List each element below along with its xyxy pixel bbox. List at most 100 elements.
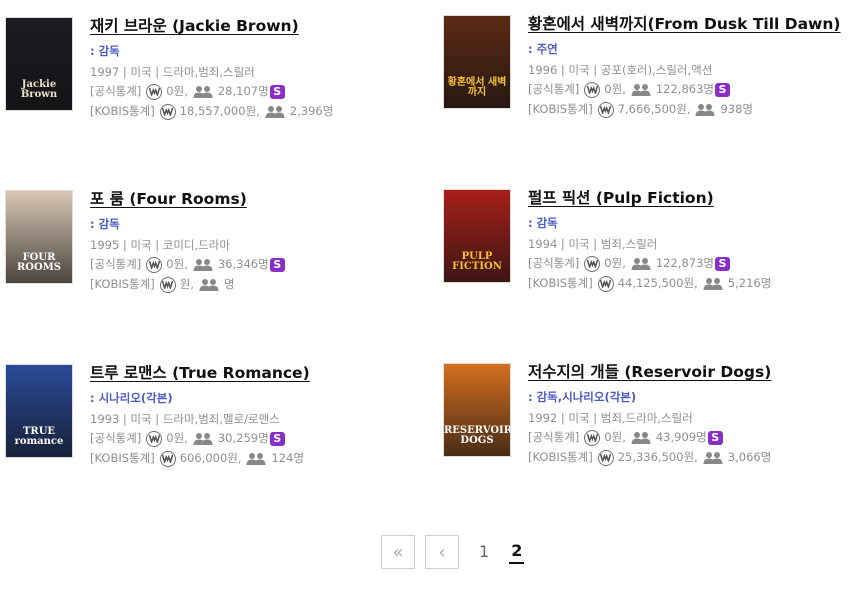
- poster-title-art: 황혼에서 새벽까지: [447, 77, 507, 98]
- won-coin-icon: [597, 101, 614, 118]
- movie-poster[interactable]: FOUR ROOMS: [5, 190, 73, 284]
- movie-meta: 1992 | 미국 | 범죄,드라마,스릴러: [528, 411, 693, 425]
- movie-title-link[interactable]: 저수지의 개들 (Reservoir Dogs): [528, 361, 848, 383]
- movie-role: : 주연: [528, 42, 558, 56]
- official-stats: [공식통계] 0원, 28,107명 S: [90, 83, 410, 100]
- movie-meta: 1995 | 미국 | 코미디,드라마: [90, 238, 230, 252]
- movie-meta: 1996 | 미국 | 공포(호러),스릴러,액션: [528, 63, 713, 77]
- official-revenue: 0원,: [166, 257, 188, 271]
- official-label: [공식통계]: [90, 431, 142, 445]
- s-badge-icon[interactable]: S: [269, 257, 285, 272]
- movie-poster[interactable]: RESERVOIR DOGS: [443, 363, 511, 457]
- kobis-label: [KOBIS통계]: [528, 450, 593, 464]
- movie-title-link[interactable]: 황혼에서 새벽까지(From Dusk Till Dawn): [528, 13, 848, 35]
- official-audience: 43,909명: [655, 430, 707, 444]
- page-link-current[interactable]: 2: [509, 540, 525, 564]
- double-chevron-left-icon: «: [392, 541, 404, 563]
- movie-meta: 1997 | 미국 | 드라마,범죄,스릴러: [90, 65, 255, 79]
- official-audience: 30,259명: [217, 431, 269, 445]
- kobis-audience: 124명: [271, 451, 305, 465]
- people-icon: [193, 432, 213, 446]
- won-coin-icon: [584, 255, 601, 272]
- movie-title-link[interactable]: 포 룸 (Four Rooms): [90, 188, 410, 210]
- people-icon: [193, 258, 213, 272]
- kobis-revenue: 18,557,000원,: [179, 104, 260, 118]
- movie-title-link[interactable]: 재키 브라운 (Jackie Brown): [90, 15, 410, 37]
- movie-info: 저수지의 개들 (Reservoir Dogs) : 감독,시나리오(각본) 1…: [528, 361, 848, 466]
- official-revenue: 0원,: [166, 84, 188, 98]
- s-badge-icon[interactable]: S: [715, 82, 730, 97]
- movie-role: : 감독: [90, 217, 120, 231]
- movie-card: RESERVOIR DOGS 저수지의 개들 (Reservoir Dogs) …: [443, 363, 843, 483]
- won-coin-icon: [584, 429, 601, 446]
- poster-title-art: Jackie Brown: [20, 79, 58, 100]
- official-stats: [공식통계] 0원, 122,873명 S: [528, 255, 848, 272]
- movie-title-link[interactable]: 펄프 픽션 (Pulp Fiction): [528, 187, 848, 209]
- people-icon: [631, 257, 651, 271]
- official-label: [공식통계]: [90, 84, 142, 98]
- people-icon: [193, 85, 213, 99]
- kobis-label: [KOBIS통계]: [90, 277, 155, 291]
- official-label: [공식통계]: [528, 82, 580, 96]
- people-icon: [265, 105, 285, 119]
- first-page-button[interactable]: «: [381, 535, 415, 569]
- movie-role: : 시나리오(각본): [90, 391, 173, 405]
- official-audience: 122,873명: [655, 256, 714, 270]
- s-badge-icon[interactable]: S: [715, 256, 730, 271]
- kobis-label: [KOBIS통계]: [528, 276, 593, 290]
- prev-page-button[interactable]: ‹: [425, 535, 459, 569]
- poster-title-art: PULP FICTION: [452, 251, 502, 272]
- kobis-stats: [KOBIS통계] 25,336,500원, 3,066명: [528, 449, 848, 466]
- people-icon: [703, 451, 723, 465]
- movie-meta: 1994 | 미국 | 범죄,스릴러: [528, 237, 658, 251]
- kobis-stats: [KOBIS통계] 18,557,000원, 2,396명: [90, 103, 410, 120]
- people-icon: [695, 103, 715, 117]
- official-stats: [공식통계] 0원, 36,346명 S: [90, 256, 410, 273]
- kobis-audience: 5,216명: [727, 276, 772, 290]
- movie-info: 재키 브라운 (Jackie Brown) : 감독 1997 | 미국 | 드…: [90, 15, 410, 120]
- movie-card: Jackie Brown 재키 브라운 (Jackie Brown) : 감독 …: [5, 17, 405, 137]
- poster-title-art: FOUR ROOMS: [16, 252, 62, 273]
- movie-poster[interactable]: 황혼에서 새벽까지: [443, 15, 511, 109]
- won-coin-icon: [146, 83, 163, 100]
- official-stats: [공식통계] 0원, 30,259명 S: [90, 430, 410, 447]
- official-label: [공식통계]: [528, 430, 580, 444]
- movie-poster[interactable]: Jackie Brown: [5, 17, 73, 111]
- movie-poster[interactable]: TRUE romance: [5, 364, 73, 458]
- movie-meta: 1993 | 미국 | 드라마,범죄,멜로/로맨스: [90, 412, 280, 426]
- chevron-left-icon: ‹: [438, 541, 446, 563]
- won-coin-icon: [159, 103, 176, 120]
- kobis-revenue: 606,000원,: [179, 451, 242, 465]
- won-coin-icon: [146, 430, 163, 447]
- s-badge-icon[interactable]: S: [707, 430, 723, 445]
- page-link[interactable]: 1: [479, 541, 489, 563]
- kobis-revenue: 원,: [179, 277, 194, 291]
- people-icon: [703, 277, 723, 291]
- s-badge-icon[interactable]: S: [269, 84, 285, 99]
- movie-info: 트루 로맨스 (True Romance) : 시나리오(각본) 1993 | …: [90, 362, 410, 467]
- official-audience: 122,863명: [655, 82, 714, 96]
- movie-role: : 감독: [528, 216, 558, 230]
- movie-info: 황혼에서 새벽까지(From Dusk Till Dawn) : 주연 1996…: [528, 13, 848, 118]
- official-label: [공식통계]: [90, 257, 142, 271]
- kobis-revenue: 44,125,500원,: [617, 276, 698, 290]
- official-revenue: 0원,: [166, 431, 188, 445]
- won-coin-icon: [146, 256, 163, 273]
- movie-poster[interactable]: PULP FICTION: [443, 189, 511, 283]
- kobis-label: [KOBIS통계]: [90, 451, 155, 465]
- won-coin-icon: [584, 81, 601, 98]
- s-badge-icon[interactable]: S: [269, 431, 285, 446]
- kobis-audience: 명: [223, 277, 235, 291]
- people-icon: [631, 83, 651, 97]
- movie-role: : 감독: [90, 44, 120, 58]
- kobis-audience: 3,066명: [727, 450, 772, 464]
- movie-title-link[interactable]: 트루 로맨스 (True Romance): [90, 362, 410, 384]
- kobis-label: [KOBIS통계]: [528, 102, 593, 116]
- filmography-list: Jackie Brown 재키 브라운 (Jackie Brown) : 감독 …: [0, 0, 850, 540]
- kobis-revenue: 25,336,500원,: [617, 450, 698, 464]
- movie-info: 펄프 픽션 (Pulp Fiction) : 감독 1994 | 미국 | 범죄…: [528, 187, 848, 292]
- kobis-audience: 938명: [720, 102, 753, 116]
- people-icon: [246, 452, 266, 466]
- won-coin-icon: [597, 449, 614, 466]
- kobis-stats: [KOBIS통계] 원, 명: [90, 276, 410, 293]
